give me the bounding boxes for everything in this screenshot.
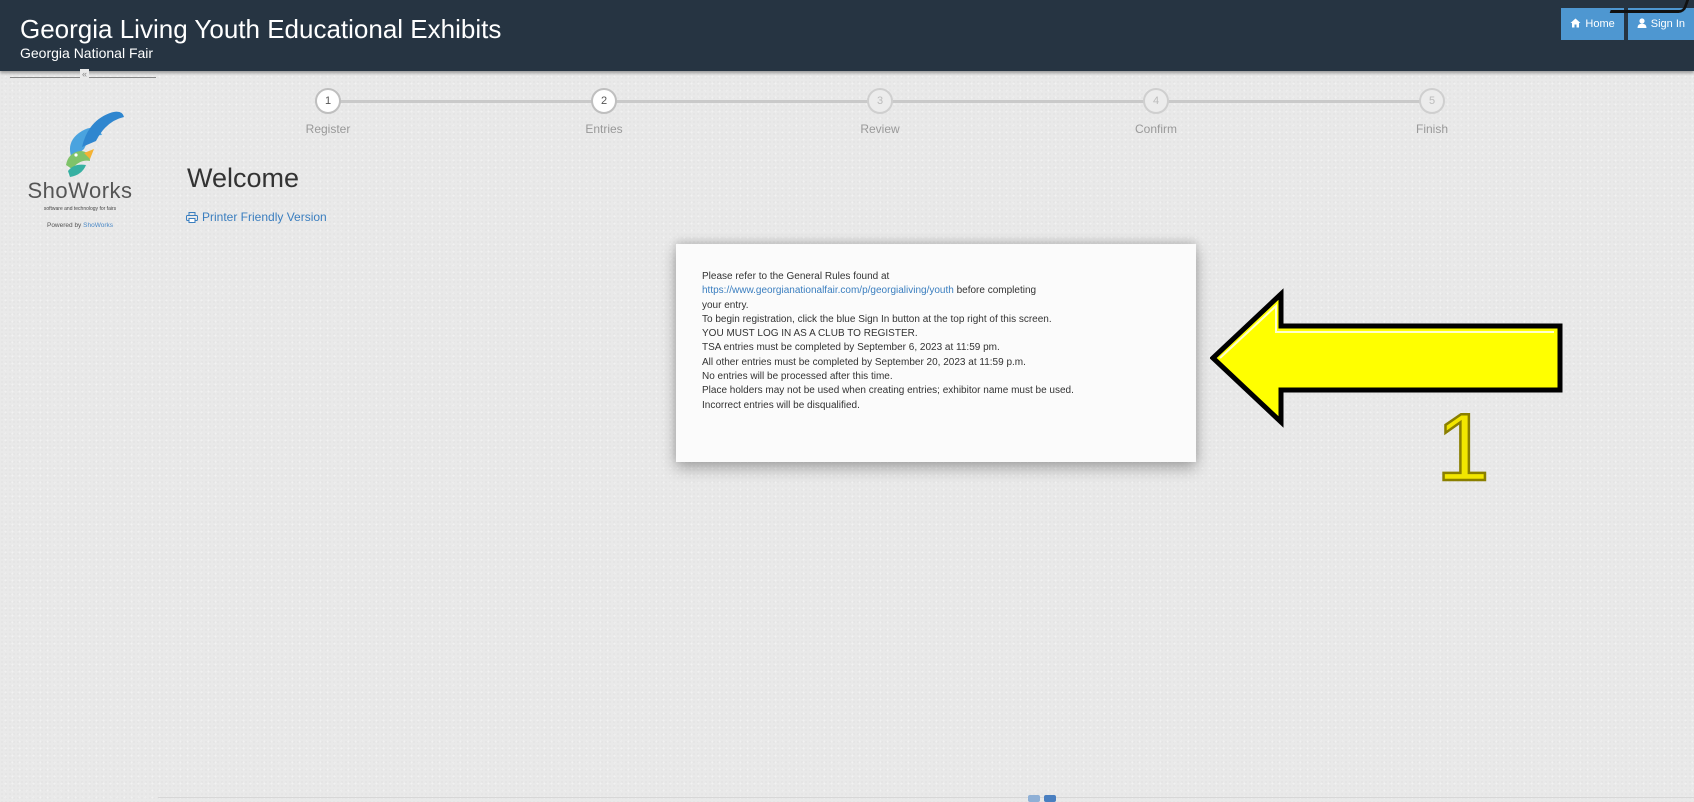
- step-label: Review: [860, 122, 900, 136]
- annotation-number-text: 1: [1436, 398, 1489, 488]
- notice-body: Please refer to the General Rules found …: [702, 270, 1182, 413]
- step-number: 3: [867, 88, 893, 114]
- notice-line: YOU MUST LOG IN AS A CLUB TO REGISTER.: [702, 328, 918, 340]
- notice-line: Incorrect entries will be disqualified.: [702, 399, 860, 411]
- notice-line: To begin registration, click the blue Si…: [702, 313, 1052, 325]
- notice-line: Place holders may not be used when creat…: [702, 385, 1074, 397]
- sign-in-button-label: Sign In: [1650, 18, 1685, 30]
- step-label: Confirm: [1134, 122, 1177, 136]
- brand-tagline: software and technology for fairs: [43, 206, 117, 212]
- annotation-number: 1: [1428, 393, 1498, 503]
- step-label: Finish: [1415, 122, 1448, 136]
- notice-text: before completing: [953, 285, 1037, 297]
- notice-line: All other entries must be completed by S…: [702, 356, 1026, 368]
- notice-line: your entry.: [702, 299, 749, 311]
- step-number: 5: [1419, 88, 1445, 114]
- notice-card: Please refer to the General Rules found …: [676, 244, 1196, 462]
- annotation-arrow: [1209, 288, 1570, 433]
- header-bar: Georgia Living Youth Educational Exhibit…: [0, 0, 1694, 71]
- footer-mark: [1044, 795, 1056, 802]
- footer-mark: [1028, 795, 1040, 802]
- sidebar: « ShoWorks software and technology for f…: [0, 69, 160, 802]
- powered-by-link[interactable]: ShoWorks: [83, 222, 113, 229]
- notice-line: No entries will be processed after this …: [702, 371, 893, 383]
- annotation-corner-mark: [1609, 0, 1692, 13]
- printer-friendly-label: Printer Friendly Version: [202, 210, 327, 224]
- footer-divider: [158, 797, 1694, 798]
- step-number: 1: [315, 88, 341, 114]
- user-icon: [1637, 17, 1647, 31]
- printer-friendly-link[interactable]: Printer Friendly Version: [186, 210, 327, 224]
- notice-line: Please refer to the General Rules found …: [702, 271, 890, 282]
- powered-by-prefix: Powered by: [46, 222, 84, 229]
- collapse-chevron-icon[interactable]: «: [80, 69, 90, 79]
- step-number: 4: [1143, 88, 1169, 114]
- step-label: Register: [305, 122, 351, 136]
- notice-line: https://www.georgianationalfair.com/p/ge…: [702, 284, 1182, 298]
- printer-icon: [186, 211, 198, 223]
- general-rules-link[interactable]: https://www.georgianationalfair.com/p/ge…: [702, 285, 954, 296]
- home-icon: [1570, 18, 1581, 31]
- notice-line: TSA entries must be completed by Septemb…: [702, 342, 1000, 354]
- page-title: Georgia Living Youth Educational Exhibit…: [20, 14, 502, 44]
- brand-name: ShoWorks: [27, 178, 133, 203]
- step-label: Entries: [585, 122, 623, 136]
- progress-stepper: 1 Register 2 Entries 3 Review 4 Confirm …: [306, 88, 1448, 148]
- page-subtitle: Georgia National Fair: [20, 45, 154, 61]
- powered-by: Powered by ShoWorks: [0, 222, 160, 229]
- home-button-label: Home: [1585, 18, 1615, 30]
- step-number: 2: [591, 88, 617, 114]
- welcome-heading: Welcome: [187, 163, 300, 193]
